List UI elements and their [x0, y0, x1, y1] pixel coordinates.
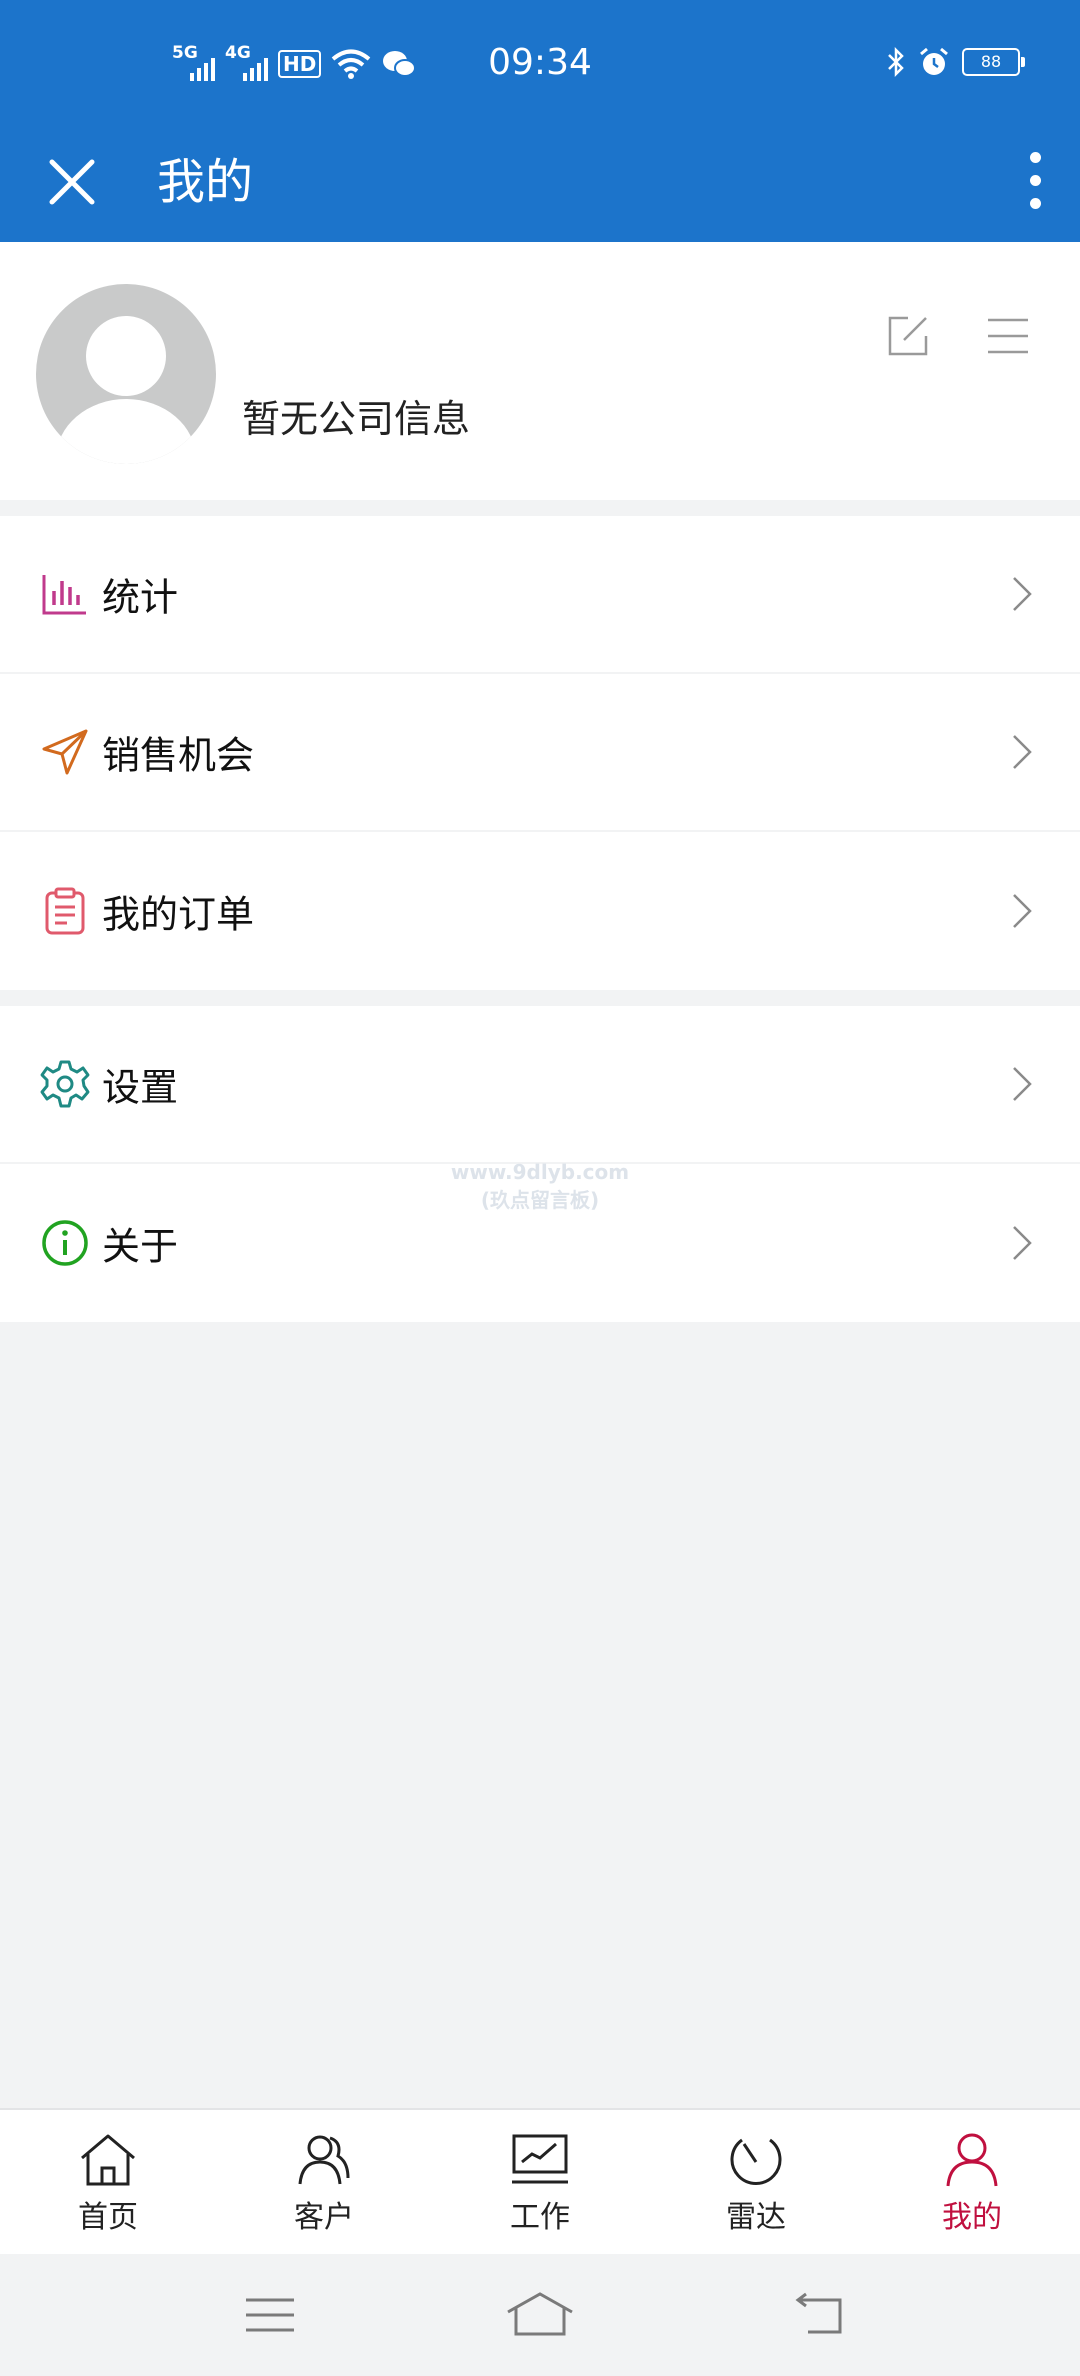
menu-item-sales-opportunity[interactable]: 销售机会 [0, 674, 1080, 832]
menu-group-main: 统计 销售机会 我的订单 [0, 516, 1080, 990]
nav-home[interactable]: 首页 [0, 2110, 216, 2254]
more-options-icon[interactable] [1010, 144, 1060, 216]
chevron-right-icon [1013, 1067, 1032, 1101]
close-icon[interactable] [38, 148, 106, 216]
nav-label: 客户 [294, 2200, 354, 2235]
bluetooth-icon [888, 46, 904, 78]
watermark-line2: (玖点留言板) [480, 1188, 600, 1212]
chevron-right-icon [1013, 735, 1032, 769]
status-icons-right: 88 [886, 46, 1025, 78]
nav-label: 工作 [510, 2200, 570, 2235]
battery-icon: 88 [962, 48, 1025, 76]
nav-label: 我的 [942, 2200, 1002, 2235]
menu-item-my-orders[interactable]: 我的订单 [0, 832, 1080, 990]
clipboard-icon [45, 887, 85, 935]
company-info: 暂无公司信息 [242, 397, 471, 441]
page-title: 我的 [157, 154, 254, 210]
recent-apps-icon[interactable] [238, 2288, 302, 2342]
gear-icon [40, 1060, 90, 1108]
info-icon [42, 1220, 88, 1266]
menu-item-label: 我的订单 [102, 892, 255, 937]
nav-radar[interactable]: 雷达 [648, 2110, 864, 2254]
app-bar: 我的 [0, 130, 1080, 242]
nav-customers[interactable]: 客户 [216, 2110, 432, 2254]
system-nav-bar [0, 2254, 1080, 2376]
default-avatar-icon [56, 316, 196, 464]
nav-label: 雷达 [726, 2200, 786, 2235]
chevron-right-icon [1013, 894, 1032, 928]
alarm-icon [920, 47, 948, 75]
profile-card: 暂无公司信息 [0, 242, 1080, 500]
send-arrow-icon [42, 729, 88, 775]
watermark: www.9dlyb.com (玖点留言板) [440, 1158, 640, 1214]
work-icon [512, 2134, 568, 2184]
watermark-line1: www.9dlyb.com [450, 1160, 630, 1184]
nav-label: 首页 [78, 2200, 138, 2235]
menu-item-statistics[interactable]: 统计 [0, 516, 1080, 674]
chevron-right-icon [1013, 577, 1032, 611]
menu-item-label: 设置 [102, 1065, 179, 1110]
nav-work[interactable]: 工作 [432, 2110, 648, 2254]
home-icon [81, 2134, 135, 2186]
edit-icon[interactable] [884, 312, 932, 360]
bar-chart-icon [42, 575, 86, 615]
bottom-nav: 首页 客户 工作 雷达 我的 [0, 2108, 1080, 2254]
home-button-icon[interactable] [504, 2288, 576, 2342]
back-icon[interactable] [790, 2288, 854, 2342]
status-bar: 5G 4G HD 09:34 88 [0, 0, 1080, 130]
menu-icon[interactable] [986, 316, 1030, 356]
menu-item-settings[interactable]: 设置 [0, 1006, 1080, 1164]
menu-item-label: 统计 [102, 575, 179, 620]
user-icon [946, 2133, 998, 2187]
radar-icon [730, 2138, 782, 2185]
menu-item-label: 关于 [102, 1224, 179, 1269]
nav-mine[interactable]: 我的 [864, 2110, 1080, 2254]
avatar[interactable] [36, 284, 216, 464]
chevron-right-icon [1013, 1226, 1032, 1260]
menu-item-label: 销售机会 [102, 733, 255, 778]
customers-icon [298, 2135, 350, 2185]
